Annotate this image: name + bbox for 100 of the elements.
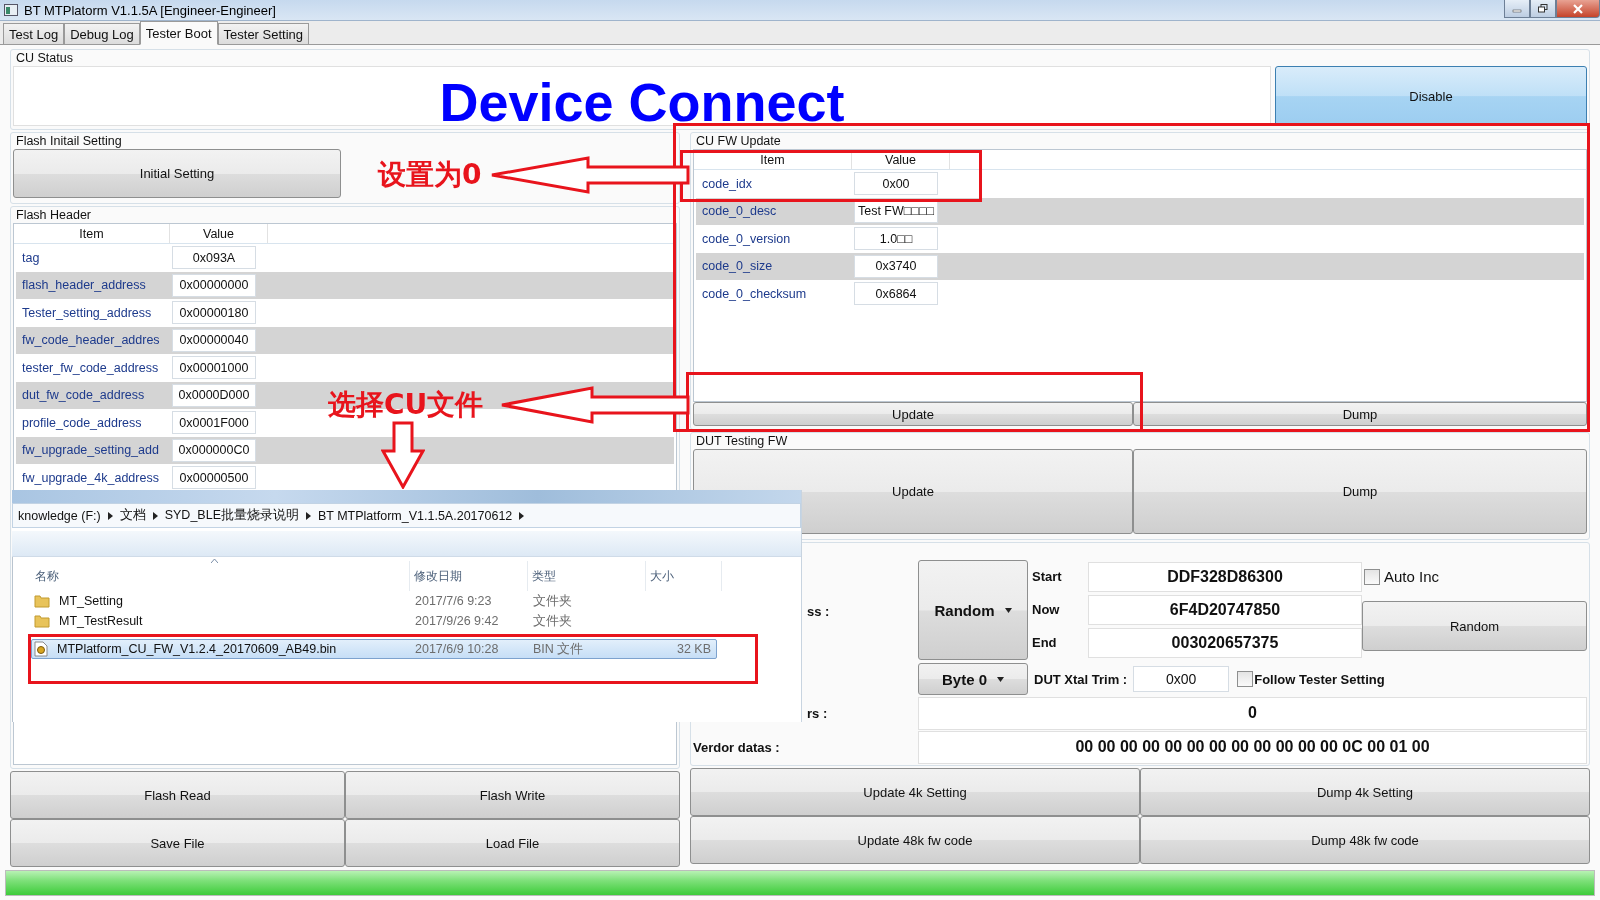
modified-date: 2017/9/26 9:42 [414,614,500,628]
value-field[interactable]: 0x3740 [854,254,938,278]
item-label: fw_upgrade_4k_address [21,470,160,485]
action-button[interactable]: Flash Write [345,771,680,819]
initial-setting-button[interactable]: Initial Setting [13,149,341,198]
action-button[interactable]: Dump 4k Setting [1140,768,1590,816]
caret-icon [1004,607,1012,613]
restore-icon [1538,4,1548,13]
window-title: BT MTPlatorm V1.1.5A [Engineer-Engineer] [24,2,276,18]
field-label: Verdor datas : [693,739,780,755]
value-field[interactable]: 0x0001F000 [172,411,256,435]
column-header: Item [694,150,852,169]
start-field[interactable]: DDF328D86300 [1088,561,1362,592]
file-icon [34,641,48,657]
value-field[interactable]: 0x00 [854,172,938,196]
status-message: Device Connect [439,72,845,132]
field-label: Start [1032,569,1063,584]
field-label: ss : [807,603,830,619]
file-type: BIN 文件 [532,640,585,658]
column-header[interactable]: 类型 [528,561,646,591]
action-button[interactable]: Load File [345,819,680,867]
xtal-field[interactable]: 0x00 [1133,666,1230,692]
close-button[interactable] [1556,0,1600,18]
random-button[interactable]: Random [1362,601,1587,651]
file-name: MTPlatform_CU_FW_V1.2.4_20170609_AB49.bin [56,642,337,656]
item-label: flash_header_address [21,278,147,293]
action-button[interactable]: Update [693,402,1133,426]
tab[interactable]: Tester Setting [217,23,310,44]
tab[interactable]: Debug Log [64,23,140,44]
checkbox[interactable] [1364,568,1380,585]
caret-icon [997,676,1004,682]
value-field[interactable]: 0x00000000 [172,273,256,297]
item-label: fw_upgrade_setting_add [21,443,160,458]
column-header: Value [852,150,950,169]
group-title: Flash Initail Setting [15,133,122,149]
field-label: End [1032,635,1058,650]
vendor-field[interactable]: 00 00 00 00 00 00 00 00 00 00 00 00 0C 00 01 00 [918,730,1587,764]
action-button[interactable]: Save File [10,819,345,867]
end-field[interactable]: 003020657375 [1088,627,1362,658]
file-row[interactable]: MT_TestResult 2017/9/26 9:42 文件夹 [31,611,717,631]
chevron-icon [519,511,525,520]
value-field[interactable]: 0x000000C0 [172,438,256,462]
file-type: 文件夹 [532,592,573,610]
annotation-label: 设置为0 [378,158,482,192]
address-bar[interactable]: knowledge (F:) 文档 SYD_BLE批量烧录说明 BT MTPlatform_V1.1.5A.20170612 [12,503,801,528]
group-title: DUT Testing FW [695,433,788,449]
folder-icon [34,594,50,608]
file-name: MT_Setting [58,594,123,608]
count-field[interactable]: 0 [918,696,1587,730]
modified-date: 2017/6/9 10:28 [414,642,500,656]
app-icon [4,4,18,16]
chevron-icon [107,511,113,520]
restore-button[interactable] [1530,0,1556,18]
item-label: profile_code_address [21,415,143,430]
value-field[interactable]: 0x00001000 [172,356,256,380]
group-title: CU Status [15,50,73,66]
item-label: code_idx [701,176,754,191]
group-title: Flash Header [15,207,92,223]
group-title: CU FW Update [695,133,781,149]
annotation-label: 选择CU文件 [328,388,484,422]
value-field[interactable]: 0x093A [172,246,256,270]
action-button[interactable]: Dump [1133,449,1587,534]
tab[interactable]: Test Log [3,23,65,44]
item-label: tag [21,250,41,265]
path-segment[interactable]: BT MTPlatform_V1.1.5A.20170612 [317,508,513,523]
file-name: MT_TestResult [58,614,143,628]
value-field[interactable]: 0x00000500 [172,466,256,490]
value-field[interactable]: 0x00000180 [172,301,256,325]
item-label: tester_fw_code_address [21,360,160,375]
action-button[interactable]: Update 4k Setting [690,768,1140,816]
item-label: code_0_size [701,259,774,274]
byte-dropdown[interactable]: Byte 0 [918,663,1028,695]
action-button[interactable]: Update 48k fw code [690,816,1140,864]
file-row[interactable]: MT_Setting 2017/7/6 9:23 文件夹 [31,591,717,611]
checkbox[interactable] [1237,671,1254,687]
action-button[interactable]: Dump 48k fw code [1140,816,1590,864]
disable-button[interactable]: Disable [1275,66,1587,126]
path-segment[interactable]: knowledge (F:) [18,508,101,523]
item-label: code_0_desc [701,204,778,219]
column-header[interactable]: 修改日期 [410,561,528,591]
value-field[interactable]: 0x6864 [854,282,938,306]
folder-icon [34,614,50,628]
item-label: fw_code_header_addres [21,333,161,348]
tab[interactable]: Tester Boot [139,21,218,45]
chevron-icon [305,511,311,520]
action-button[interactable]: Dump [1133,402,1587,426]
path-segment[interactable]: 文档 [119,507,146,524]
column-header[interactable]: 大小 [646,561,722,591]
file-row[interactable]: MTPlatform_CU_FW_V1.2.4_20170609_AB49.bin 2017/6/9 10:28 BIN 文件 32 KB [31,639,717,659]
value-field[interactable]: 0x00000040 [172,328,256,352]
close-icon [1573,3,1583,14]
value-field[interactable]: 0x0000D000 [172,383,256,407]
file-type: 文件夹 [532,612,573,630]
mode-dropdown[interactable]: Random [918,560,1028,660]
action-button[interactable]: Flash Read [10,771,345,819]
path-segment[interactable]: SYD_BLE批量烧录说明 [164,507,299,524]
now-field[interactable]: 6F4D20747850 [1088,594,1362,625]
column-header[interactable]: 名称 [31,561,410,591]
item-label: dut_fw_code_address [21,388,146,403]
value-field[interactable]: 1.0□□ [854,227,938,251]
